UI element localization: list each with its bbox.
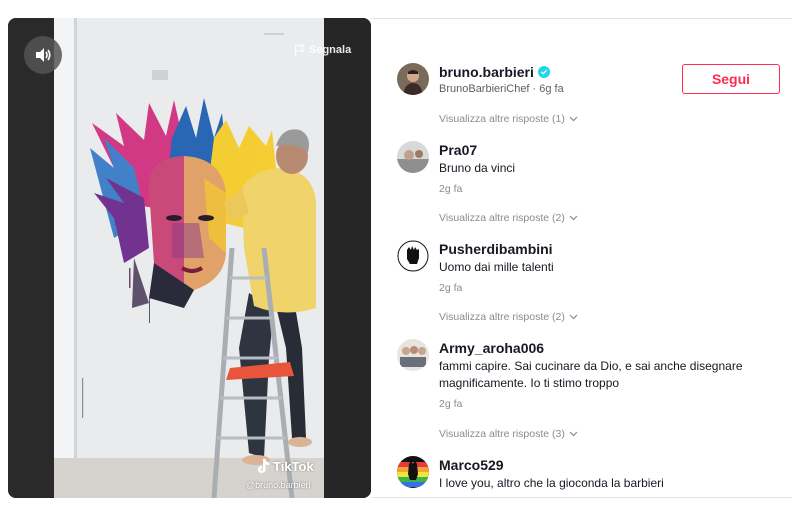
watermark-username: @bruno.barbieri bbox=[246, 480, 311, 490]
comment-time: 2g fa bbox=[439, 398, 463, 410]
view-more-replies-label: Visualizza altre risposte (2) bbox=[439, 212, 565, 224]
comment-username[interactable]: Marco529 bbox=[439, 456, 504, 474]
commenter-avatar[interactable] bbox=[397, 141, 429, 173]
view-more-replies-label: Visualizza altre risposte (1) bbox=[439, 113, 565, 125]
comment-time: 2g fa bbox=[439, 282, 463, 294]
chevron-down-icon bbox=[569, 215, 578, 221]
bottom-divider bbox=[371, 497, 792, 498]
video-frame bbox=[54, 18, 324, 498]
sound-toggle-button[interactable] bbox=[24, 36, 62, 74]
chevron-down-icon bbox=[569, 116, 578, 122]
chevron-down-icon bbox=[569, 314, 578, 320]
commenter-avatar[interactable] bbox=[397, 339, 429, 371]
comment-username[interactable]: Pusherdibambini bbox=[439, 240, 553, 258]
report-label: Segnala bbox=[309, 44, 352, 56]
author-avatar[interactable] bbox=[397, 63, 429, 95]
author-username[interactable]: bruno.barbieri bbox=[439, 63, 534, 81]
comment-text: Bruno da vinci bbox=[439, 161, 516, 175]
chevron-down-icon bbox=[569, 431, 578, 437]
tiktok-brand-label: TikTok bbox=[273, 458, 314, 474]
commenter-avatar[interactable] bbox=[397, 240, 429, 272]
tiktok-watermark: TikTok bbox=[256, 458, 314, 474]
view-more-replies[interactable]: Visualizza altre risposte (1) bbox=[439, 113, 578, 125]
video-blur-right bbox=[324, 18, 371, 498]
view-more-replies[interactable]: Visualizza altre risposte (3) bbox=[439, 428, 578, 440]
volume-icon bbox=[36, 48, 51, 62]
video-blur-left bbox=[8, 18, 54, 498]
video-scene-illustration bbox=[54, 18, 324, 498]
video-player[interactable]: Segnala TikTok @bruno.barbieri bbox=[8, 18, 371, 498]
comment-text: fammi capire. Sai cucinare da Dio, e sai… bbox=[439, 359, 743, 390]
comment-time: 2g fa bbox=[439, 183, 463, 195]
commenter-avatar[interactable] bbox=[397, 456, 429, 488]
comments-panel[interactable]: bruno.barbieri BrunoBarbieriChef · 6g fa… bbox=[371, 19, 792, 498]
comment-username[interactable]: Army_aroha006 bbox=[439, 339, 544, 357]
flag-icon bbox=[294, 44, 305, 56]
view-more-replies[interactable]: Visualizza altre risposte (2) bbox=[439, 212, 578, 224]
verified-badge-icon bbox=[537, 66, 550, 78]
tiktok-logo-icon bbox=[258, 459, 269, 473]
comment-text: I love you, altro che la gioconda la bar… bbox=[439, 476, 664, 490]
comment-username[interactable]: Pra07 bbox=[439, 141, 477, 159]
report-button[interactable]: Segnala bbox=[294, 44, 351, 56]
view-more-replies[interactable]: Visualizza altre risposte (2) bbox=[439, 311, 578, 323]
comment-text: Uomo dai mille talenti bbox=[439, 260, 554, 274]
view-more-replies-label: Visualizza altre risposte (2) bbox=[439, 311, 565, 323]
follow-button[interactable]: Segui bbox=[682, 64, 780, 94]
view-more-replies-label: Visualizza altre risposte (3) bbox=[439, 428, 565, 440]
